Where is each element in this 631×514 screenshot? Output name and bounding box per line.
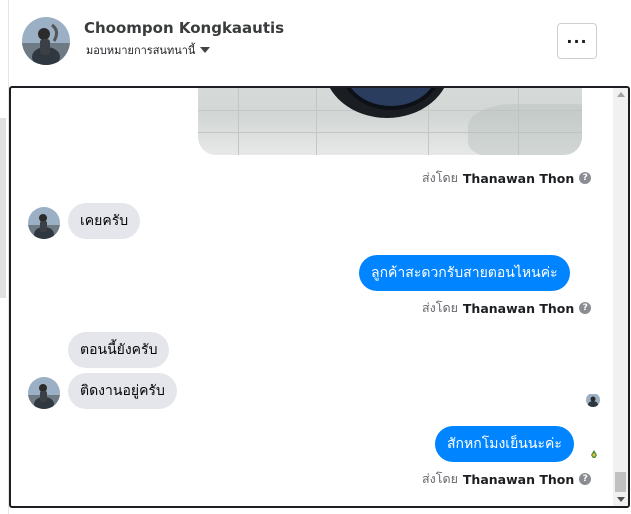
message-bubble-outgoing[interactable]: สักหกโมงเย็นนะค่ะ <box>435 426 574 462</box>
assign-conversation-dropdown[interactable]: มอบหมายการสนทนานี้ <box>86 41 211 59</box>
avatar-icon[interactable] <box>28 377 60 409</box>
sent-by-name: Thanawan Thon <box>462 471 575 487</box>
page-avatar-icon <box>588 446 600 458</box>
sent-by-prefix: ส่งโดย <box>422 170 458 185</box>
avatar-icon[interactable] <box>22 17 70 65</box>
sent-by-name: Thanawan Thon <box>462 170 575 186</box>
left-panel-scrollbar[interactable] <box>0 118 6 298</box>
assign-conversation-label: มอบหมายการสนทนานี้ <box>86 44 196 57</box>
read-receipt-icon <box>586 393 600 407</box>
scrollbar-thumb[interactable] <box>615 472 626 492</box>
sent-by-label: ส่งโดย Thanawan Thon ? <box>422 469 592 489</box>
question-icon[interactable]: ? <box>579 302 592 314</box>
conversation-header: Choompon Kongkaautis มอบหมายการสนทนานี้ … <box>9 0 631 86</box>
more-icon: ··· <box>566 31 588 51</box>
sent-by-label: ส่งโดย Thanawan Thon ? <box>422 168 592 188</box>
message-bubble-incoming[interactable]: เคยครับ <box>68 203 141 239</box>
contact-name[interactable]: Choompon Kongkaautis <box>84 19 284 37</box>
message-text: ลูกค้าสะดวกรับสายตอนไหนค่ะ <box>371 265 558 281</box>
caret-down-icon <box>200 47 211 53</box>
message-bubble-outgoing[interactable]: ลูกค้าสะดวกรับสายตอนไหนค่ะ <box>359 255 570 291</box>
message-bubble-incoming[interactable]: ติดงานอยู่ครับ <box>68 373 177 409</box>
sent-by-label: ส่งโดย Thanawan Thon ? <box>422 298 592 318</box>
message-text: สักหกโมงเย็นนะค่ะ <box>447 436 562 452</box>
left-panel-strip <box>0 0 9 514</box>
scroll-down-arrow-icon[interactable] <box>617 497 625 502</box>
question-icon[interactable]: ? <box>579 172 592 184</box>
avatar-icon[interactable] <box>28 207 60 239</box>
image-attachment[interactable] <box>198 88 582 155</box>
scroll-up-arrow-icon[interactable] <box>617 92 625 97</box>
message-text: ติดงานอยู่ครับ <box>80 383 165 399</box>
message-thread: ส่งโดย Thanawan Thon ? เคยครับ ลูกค้าสะด… <box>9 86 630 508</box>
sent-by-prefix: ส่งโดย <box>422 471 458 486</box>
sent-by-name: Thanawan Thon <box>462 300 575 316</box>
thread-scrollbar[interactable] <box>613 88 628 506</box>
sent-by-prefix: ส่งโดย <box>422 300 458 315</box>
message-text: ตอนนี้ยังครับ <box>80 342 158 358</box>
message-text: เคยครับ <box>80 213 129 229</box>
more-options-button[interactable]: ··· <box>557 23 597 59</box>
question-icon[interactable]: ? <box>579 473 592 485</box>
message-bubble-incoming[interactable]: ตอนนี้ยังครับ <box>68 332 170 368</box>
